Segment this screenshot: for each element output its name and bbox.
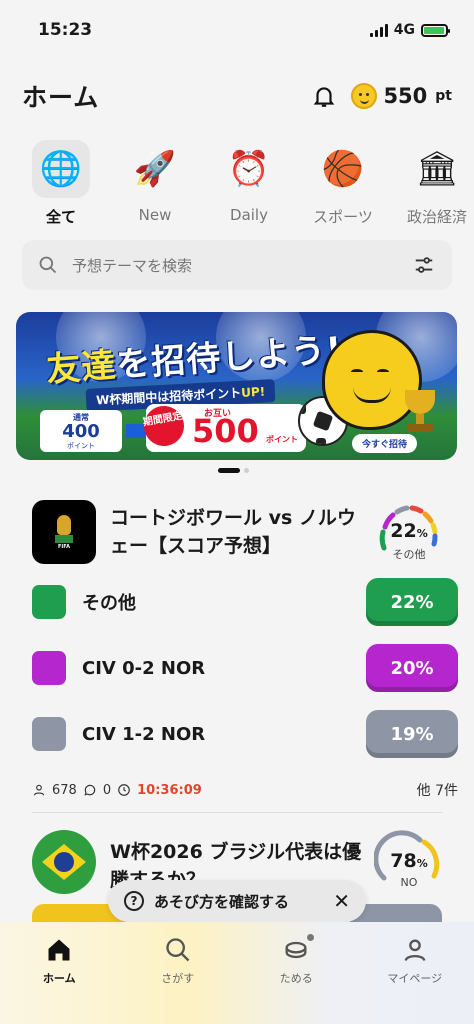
gauge-unit: % — [416, 857, 428, 870]
tab-home[interactable]: ホーム — [0, 936, 119, 1024]
help-icon: ? — [124, 891, 144, 911]
globe-icon: 🌐 — [32, 140, 90, 198]
points-display[interactable]: 550 pt — [351, 83, 452, 109]
comment-icon — [84, 784, 96, 796]
filter-icon[interactable] — [412, 254, 436, 276]
coin-mascot-icon — [351, 83, 378, 109]
status-time: 15:23 — [38, 20, 93, 40]
search-bar[interactable]: 予想テーマを検索 — [22, 240, 452, 290]
option-row[interactable]: その他 22% — [32, 578, 458, 626]
tab-mypage[interactable]: マイページ — [356, 936, 474, 1024]
option-row[interactable]: CIV 1-2 NOR 19% — [32, 710, 458, 758]
bell-icon[interactable] — [311, 83, 337, 109]
close-icon[interactable]: ✕ — [333, 889, 350, 913]
calendar-clock-icon: ⏰ — [227, 149, 271, 189]
normal-points-box: 通常 400 ポイント — [40, 410, 122, 452]
option-label: その他 — [82, 593, 136, 614]
bonus-points-box: 期間限定 お互い 500 ポイント — [140, 402, 306, 452]
points-unit: pt — [435, 88, 452, 104]
participant-count: 678 — [52, 782, 77, 798]
category-label: 政治経済 — [406, 208, 467, 226]
more-options-link[interactable]: 他 7件 — [417, 780, 458, 800]
category-label: Daily — [230, 206, 268, 224]
fifa-logo: FIFA — [32, 500, 96, 564]
tab-label: さがす — [161, 972, 195, 985]
category-politics[interactable]: 🏛 政治経済 — [390, 140, 474, 227]
user-icon — [33, 784, 45, 796]
coin-stack-icon — [285, 941, 307, 959]
tab-earn[interactable]: ためる — [237, 934, 356, 1024]
gauge-label: その他 — [392, 548, 426, 561]
category-new[interactable]: 🚀 New — [108, 140, 202, 227]
building-icon: 🏛 — [415, 149, 459, 189]
how-to-play-toast[interactable]: ? あそび方を確認する ✕ — [108, 880, 366, 922]
rocket-icon: 🚀 — [133, 149, 177, 189]
brazil-flag-icon — [32, 830, 96, 894]
status-bar: 15:23 4G — [0, 0, 474, 56]
user-icon — [404, 939, 426, 962]
result-gauge: 78% NO — [373, 830, 444, 890]
option-label: CIV 1-2 NOR — [82, 723, 206, 745]
category-label: 全て — [45, 208, 76, 226]
divider — [32, 812, 442, 813]
comment-count: 0 — [102, 782, 112, 798]
option-label: CIV 0-2 NOR — [82, 657, 206, 679]
search-icon — [39, 256, 57, 274]
invite-banner[interactable]: 友達を招待しよう! W杯期間中は招待ポイントUP! 通常 400 ポイント 期間… — [16, 312, 457, 460]
invite-now-button[interactable]: 今すぐ招待 — [352, 434, 418, 453]
points-value: 550 — [383, 84, 428, 108]
option-swatch — [32, 585, 66, 619]
carousel-indicator — [218, 468, 249, 473]
category-tabs: 🌐 全て 🚀 New ⏰ Daily 🏀 スポーツ 🏛 政治経済 — [14, 140, 474, 227]
tab-label: ホーム — [42, 972, 76, 985]
basketball-icon: 🏀 — [321, 149, 365, 189]
trophy-icon — [401, 390, 439, 434]
search-placeholder: 予想テーマを検索 — [72, 256, 193, 275]
toast-text: あそび方を確認する — [154, 892, 290, 911]
battery-icon — [421, 23, 450, 37]
clock-icon — [118, 784, 130, 796]
tab-label: ためる — [279, 972, 313, 985]
question-meta: 678 0 10:36:09 他 7件 — [32, 780, 458, 800]
notification-dot — [307, 934, 315, 941]
option-percent-button[interactable]: 20% — [366, 644, 458, 692]
gauge-value: 22 — [390, 520, 417, 542]
tab-search[interactable]: さがす — [119, 936, 238, 1024]
tab-label: マイページ — [387, 972, 443, 985]
page-title: ホーム — [22, 83, 100, 112]
signal-icon — [369, 23, 388, 37]
bottom-tab-bar: ホーム さがす ためる マイページ — [0, 922, 474, 1024]
option-percent-button[interactable]: 19% — [366, 710, 458, 758]
home-icon — [48, 939, 70, 961]
option-swatch — [32, 651, 66, 685]
gauge-label: NO — [400, 876, 418, 889]
category-label: スポーツ — [313, 208, 373, 226]
gauge-value: 78 — [390, 850, 417, 872]
search-icon — [166, 938, 190, 962]
option-row[interactable]: CIV 0-2 NOR 20% — [32, 644, 458, 692]
option-swatch — [32, 717, 66, 751]
gauge-unit: % — [416, 527, 428, 540]
limited-badge: 期間限定 — [140, 402, 188, 450]
option-percent-button[interactable]: 22% — [366, 578, 458, 626]
status-indicators: 4G — [369, 22, 450, 38]
category-sports[interactable]: 🏀 スポーツ — [296, 140, 390, 227]
category-label: New — [138, 206, 172, 224]
time-remaining: 10:36:09 — [137, 782, 202, 798]
question-title: コートジボワール vs ノルウェー【スコア予想】 — [110, 507, 356, 557]
category-daily[interactable]: ⏰ Daily — [202, 140, 296, 227]
category-all[interactable]: 🌐 全て — [14, 140, 108, 227]
result-gauge: 22% その他 — [374, 500, 444, 561]
question-card[interactable]: FIFA コートジボワール vs ノルウェー【スコア予想】 22% その他 その… — [16, 494, 458, 814]
app-header: ホーム 550 pt — [22, 76, 452, 116]
network-label: 4G — [393, 22, 415, 38]
